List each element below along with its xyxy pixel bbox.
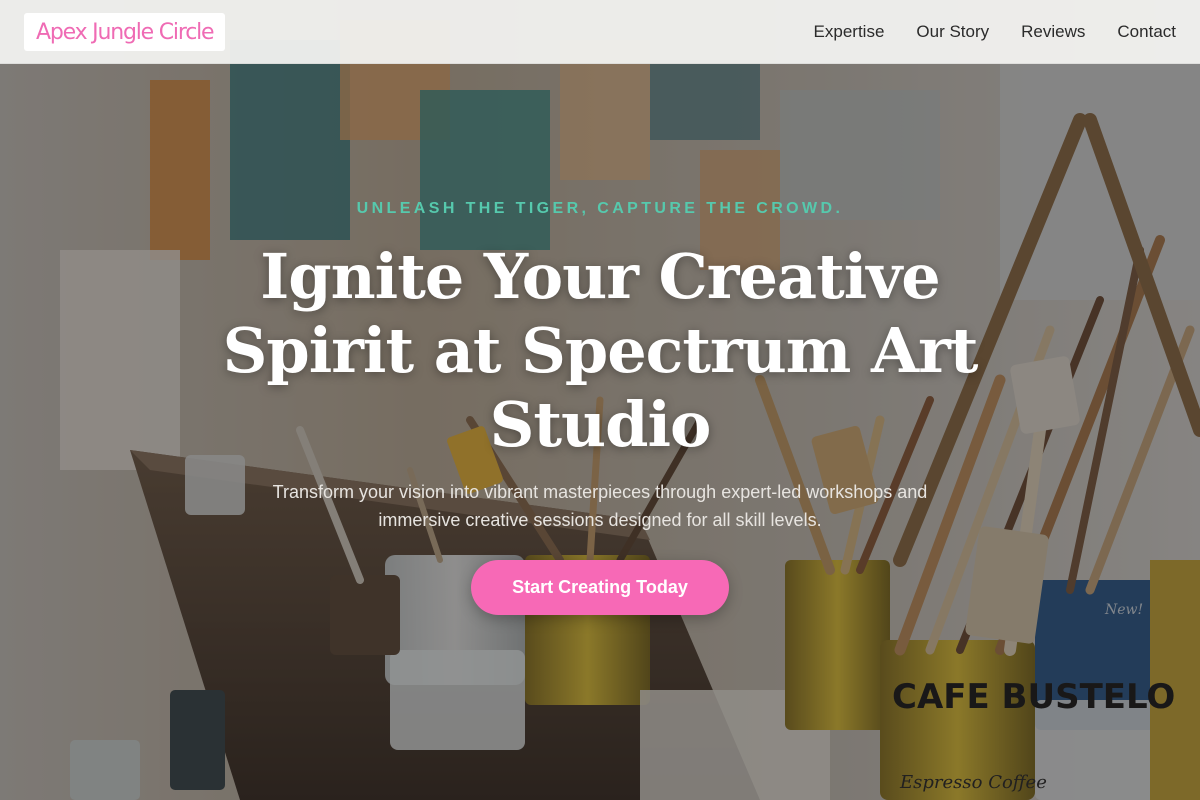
hero-eyebrow: UNLEASH THE TIGER, CAPTURE THE CROWD. [356, 200, 844, 217]
hero-section: UNLEASH THE TIGER, CAPTURE THE CROWD. Ig… [0, 64, 1200, 800]
hero-subtext: Transform your vision into vibrant maste… [272, 482, 928, 530]
landing-page: CAFE BUSTELO Espresso Coffee New! Apex J… [0, 0, 1200, 800]
main-nav: Expertise Our Story Reviews Contact [814, 0, 1176, 64]
site-logo[interactable]: Apex Jungle Circle [24, 13, 226, 51]
nav-link-expertise[interactable]: Expertise [814, 22, 885, 42]
start-creating-button[interactable]: Start Creating Today [471, 560, 729, 615]
nav-link-our-story[interactable]: Our Story [916, 22, 989, 42]
nav-link-reviews[interactable]: Reviews [1021, 22, 1085, 42]
hero-headline: Ignite Your Creative Spirit at Spectrum … [222, 240, 979, 461]
nav-link-contact[interactable]: Contact [1117, 22, 1176, 42]
site-header: Apex Jungle Circle Expertise Our Story R… [0, 0, 1200, 64]
